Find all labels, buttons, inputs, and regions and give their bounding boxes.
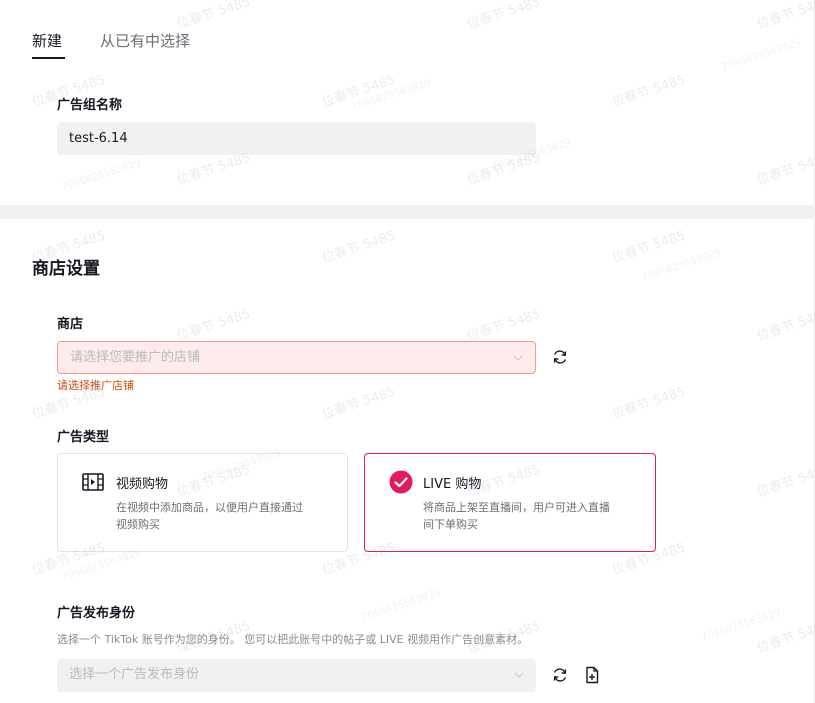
ad-group-form: 新建 从已有中选择 广告组名称 test-6.14 商店设置 商店 请选择您要推… [0, 0, 815, 703]
publisher-select-placeholder: 选择一个广告发布身份 [69, 667, 200, 682]
tab-select-existing[interactable]: 从已有中选择 [100, 30, 190, 52]
ad-group-name-input[interactable]: test-6.14 [57, 122, 536, 155]
publisher-label: 广告发布身份 [57, 606, 136, 621]
check-circle-icon [389, 470, 413, 494]
ad-type-live-shopping[interactable]: LIVE 购物 将商品上架至直播间，用户可进入直播 间下单购买 [364, 453, 656, 552]
video-shopping-description: 在视频中添加商品，以便用户直接通过 视频购买 [116, 501, 303, 531]
section-divider [0, 205, 815, 219]
ad-type-label: 广告类型 [57, 430, 110, 445]
shop-error-message: 请选择推广店铺 [57, 379, 134, 392]
publisher-helper-text: 选择一个 TikTok 账号作为您的身份。 您可以把此账号中的帖子或 LIVE … [57, 633, 529, 646]
chevron-down-icon [514, 672, 524, 678]
ad-group-name-value: test-6.14 [69, 131, 128, 146]
tab-new[interactable]: 新建 [32, 30, 62, 52]
video-shopping-title: 视频购物 [116, 477, 169, 492]
shop-settings-card: 商店设置 商店 请选择您要推广的店铺 请选择推广店铺 广告类型 视频购物 在视频… [0, 219, 815, 703]
ad-type-video-shopping[interactable]: 视频购物 在视频中添加商品，以便用户直接通过 视频购买 [57, 453, 348, 552]
live-shopping-title: LIVE 购物 [423, 477, 482, 492]
live-shopping-description: 将商品上架至直播间，用户可进入直播 间下单购买 [423, 501, 610, 531]
shop-label: 商店 [57, 317, 84, 332]
publisher-select[interactable]: 选择一个广告发布身份 [57, 659, 536, 692]
chevron-down-icon [513, 355, 523, 361]
refresh-icon[interactable] [551, 348, 569, 366]
add-document-icon[interactable] [583, 666, 601, 684]
refresh-icon[interactable] [551, 666, 569, 684]
shop-select[interactable]: 请选择您要推广的店铺 [57, 341, 536, 374]
shop-select-placeholder: 请选择您要推广的店铺 [70, 350, 201, 365]
ad-group-card: 新建 从已有中选择 广告组名称 test-6.14 [0, 0, 815, 205]
film-icon [82, 473, 104, 491]
ad-group-name-label: 广告组名称 [57, 98, 123, 113]
active-tab-indicator [32, 57, 65, 59]
shop-settings-title: 商店设置 [32, 259, 100, 279]
